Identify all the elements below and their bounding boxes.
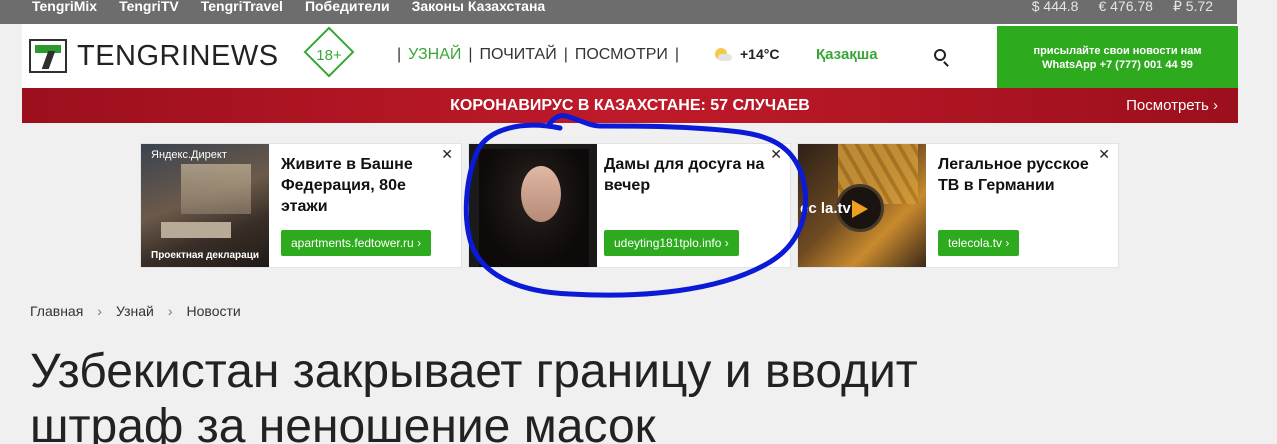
ad-caption: Проектная деклараци xyxy=(151,250,259,261)
site-logo[interactable]: TENGRINEWS xyxy=(29,39,279,73)
whatsapp-line2: WhatsApp +7 (777) 001 44 99 xyxy=(1042,59,1193,71)
top-links: TengriMix TengriTV TengriTravel Победите… xyxy=(32,0,567,13)
nav-posmotri[interactable]: ПОСМОТРИ xyxy=(575,46,668,64)
weather-widget[interactable]: +14°C xyxy=(712,46,779,62)
ad-card-2[interactable]: Дамы для досуга на вечер ✕ udeyting181tp… xyxy=(468,143,791,268)
ad-image-woman[interactable] xyxy=(469,144,597,267)
main-nav: | УЗНАЙ | ПОЧИТАЙ | ПОСМОТРИ | xyxy=(397,46,680,64)
weather-temp: +14°C xyxy=(740,46,780,62)
ad-card-3[interactable]: ec la.tv Легальное русское ТВ в Германии… xyxy=(797,143,1119,268)
ad-headline[interactable]: Живите в Башне Федерация, 80е этажи xyxy=(281,154,451,217)
nav-pochitai[interactable]: ПОЧИТАЙ xyxy=(480,46,557,64)
whatsapp-line1: присылайте свои новости нам xyxy=(1033,45,1202,57)
top-bar: TengriMix TengriTV TengriTravel Победите… xyxy=(0,0,1237,24)
top-link-winners[interactable]: Победители xyxy=(305,0,390,13)
ad-link-button[interactable]: udeyting181tplo.info › xyxy=(604,230,739,256)
nav-uznai[interactable]: УЗНАЙ xyxy=(408,46,461,64)
breadcrumb-news[interactable]: Новости xyxy=(187,303,241,319)
language-switch[interactable]: Қазақша xyxy=(816,46,878,63)
currency-rates: $ 444.8 € 476.78 ₽ 5.72 xyxy=(1012,0,1213,14)
ad-card-1[interactable]: Яндекс.Директ Проектная деклараци Живите… xyxy=(140,143,462,268)
banner-more-link[interactable]: Посмотреть › xyxy=(1126,97,1218,114)
chevron-right-icon: › xyxy=(97,303,102,319)
top-link-tengritv[interactable]: TengriTV xyxy=(119,0,179,13)
breadcrumb-uznai[interactable]: Узнай xyxy=(116,303,154,319)
close-icon[interactable]: ✕ xyxy=(770,146,782,163)
site-header: TENGRINEWS 18+ | УЗНАЙ | ПОЧИТАЙ | ПОСМО… xyxy=(22,24,1238,88)
partly-cloudy-icon xyxy=(712,46,732,62)
age-badge: 18+ xyxy=(316,47,342,64)
close-icon[interactable]: ✕ xyxy=(441,146,453,163)
logo-icon xyxy=(29,39,67,73)
logo-text: TENGRINEWS xyxy=(77,39,279,72)
ad-image-interior[interactable]: Яндекс.Директ Проектная деклараци xyxy=(141,144,269,267)
rate-eur: € 476.78 xyxy=(1098,0,1153,14)
banner-title: КОРОНАВИРУС В КАЗАХСТАНЕ: 57 СЛУЧАЕВ xyxy=(450,97,810,114)
ad-headline[interactable]: Легальное русское ТВ в Германии xyxy=(938,154,1108,196)
corona-banner[interactable]: КОРОНАВИРУС В КАЗАХСТАНЕ: 57 СЛУЧАЕВ Пос… xyxy=(22,88,1238,123)
ad-link-button[interactable]: telecola.tv › xyxy=(938,230,1020,256)
rate-usd: $ 444.8 xyxy=(1031,0,1079,14)
top-link-tengrimix[interactable]: TengriMix xyxy=(32,0,97,13)
ad-image-honey-coffee[interactable]: ec la.tv xyxy=(798,144,926,267)
breadcrumb: Главная › Узнай › Новости xyxy=(30,303,241,319)
ad-image-text: ec la.tv xyxy=(800,200,851,217)
top-link-laws[interactable]: Законы Казахстана xyxy=(412,0,546,13)
ad-headline[interactable]: Дамы для досуга на вечер xyxy=(604,154,774,196)
play-icon xyxy=(852,200,868,218)
ad-link-button[interactable]: apartments.fedtower.ru › xyxy=(281,230,432,256)
breadcrumb-home[interactable]: Главная xyxy=(30,303,83,319)
ad-source: Яндекс.Директ xyxy=(151,149,227,161)
whatsapp-banner[interactable]: присылайте свои новости нам WhatsApp +7 … xyxy=(997,26,1238,88)
search-icon[interactable] xyxy=(933,48,951,67)
rate-rub: ₽ 5.72 xyxy=(1172,0,1213,14)
close-icon[interactable]: ✕ xyxy=(1098,146,1110,163)
top-link-tengritravel[interactable]: TengriTravel xyxy=(201,0,283,13)
chevron-right-icon: › xyxy=(167,303,173,319)
article-title: Узбекистан закрывает границу и вводит шт… xyxy=(30,345,918,444)
